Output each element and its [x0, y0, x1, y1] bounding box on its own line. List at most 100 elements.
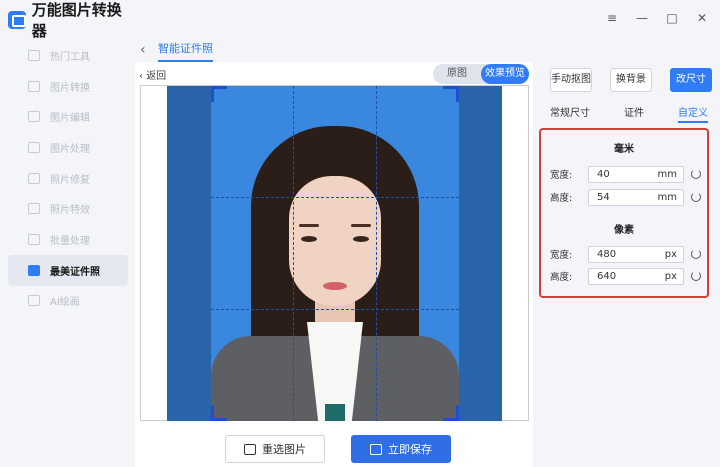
px-height-input[interactable]: 640 px [588, 267, 684, 285]
sidebar-item-hot-tools[interactable]: 热门工具 [8, 40, 128, 71]
tab-id-photo[interactable]: 智能证件照 [158, 40, 213, 62]
sidebar-item-image-convert[interactable]: 图片转换 [8, 71, 128, 102]
px-height-label: 高度: [550, 272, 573, 283]
ai-painting-icon [28, 295, 40, 307]
mm-width-value: 40 [597, 168, 610, 180]
mm-height-label: 高度: [550, 193, 573, 204]
sidebar-item-photo-repair[interactable]: 照片修复 [8, 163, 128, 194]
minimize-icon[interactable]: — [636, 12, 648, 24]
settings-panel: 手动抠图 换背景 改尺寸 常规尺寸 证件 自定义 毫米 宽度: 40 mm 高度… [536, 62, 720, 467]
preview-panel: ‹ 返回 原图 效果预览 重选图片 立即保存 [135, 62, 533, 467]
px-height-value: 640 [597, 270, 617, 282]
size-tabs: 常规尺寸 证件 自定义 [550, 104, 720, 123]
image-convert-icon [28, 80, 40, 92]
mm-section-title: 毫米 [614, 144, 634, 155]
maximize-icon[interactable]: □ [666, 12, 678, 24]
sidebar-item-label: 图片处理 [50, 143, 90, 155]
photo-effects-icon [28, 203, 40, 215]
sidebar-item-label: 最美证件照 [50, 266, 100, 278]
crop-handle-bottom-right[interactable] [443, 405, 459, 421]
sidebar-item-id-photo[interactable]: 最美证件照 [8, 254, 128, 286]
sidebar-item-image-process[interactable]: 图片处理 [8, 132, 128, 163]
px-width-row: 宽度: 480 px [550, 245, 710, 263]
portrait-tie [325, 404, 345, 421]
toggle-original[interactable]: 原图 [433, 64, 481, 84]
photo-frame [140, 85, 529, 421]
menu-icon[interactable]: ≡ [606, 12, 618, 24]
crop-handle-bottom-left[interactable] [211, 405, 227, 421]
portrait-left-brow [299, 224, 319, 227]
sidebar-item-batch[interactable]: 批量处理 [8, 224, 128, 255]
mm-width-row: 宽度: 40 mm [550, 165, 710, 183]
app-name: 万能图片转换器 [31, 1, 122, 40]
hot-tools-icon [28, 49, 40, 61]
portrait-right-brow [351, 224, 371, 227]
mm-height-value: 54 [597, 191, 610, 203]
change-background-button[interactable]: 换背景 [610, 68, 652, 92]
px-width-value: 480 [597, 248, 617, 260]
save-now-button[interactable]: 立即保存 [351, 435, 451, 463]
grid-line [211, 197, 459, 198]
crop-area[interactable] [211, 86, 459, 421]
view-toggle: 原图 效果预览 [433, 64, 529, 84]
manual-cutout-button[interactable]: 手动抠图 [550, 68, 592, 92]
portrait-lips [323, 282, 347, 290]
grid-line [293, 86, 294, 421]
sidebar: 万能图片转换器 热门工具 图片转换 图片编辑 图片处理 照片修复 照片特效 批量… [0, 0, 135, 467]
sidebar-item-ai-painting[interactable]: AI绘画 [8, 286, 128, 317]
portrait-left-eye [301, 236, 317, 242]
preview-back-link[interactable]: ‹ 返回 [139, 67, 166, 82]
header-back-icon[interactable]: ‹ [140, 42, 146, 58]
portrait-right-eye [353, 236, 369, 242]
app-title: 万能图片转换器 [8, 1, 135, 40]
image-process-icon [28, 141, 40, 153]
crop-handle-top-left[interactable] [211, 86, 227, 102]
window-controls: ≡ — □ ✕ [606, 12, 708, 24]
sidebar-item-label: 热门工具 [50, 51, 90, 63]
custom-size-box: 毫米 宽度: 40 mm 高度: 54 mm 像素 宽度: 480 px 高度:… [539, 128, 709, 298]
grid-line [211, 309, 459, 310]
sidebar-item-label: 照片特效 [50, 205, 90, 217]
px-height-reset-icon[interactable] [691, 271, 701, 281]
mm-height-row: 高度: 54 mm [550, 188, 710, 206]
sidebar-item-label: 图片编辑 [50, 113, 90, 125]
mm-width-unit: mm [657, 168, 677, 180]
photo-repair-icon [28, 172, 40, 184]
sidebar-item-photo-effects[interactable]: 照片特效 [8, 193, 128, 224]
sidebar-item-label: 照片修复 [50, 174, 90, 186]
id-photo-icon [28, 264, 40, 276]
tab-standard-size[interactable]: 常规尺寸 [550, 104, 590, 123]
sidebar-nav: 热门工具 图片转换 图片编辑 图片处理 照片修复 照片特效 批量处理 最美证件照… [8, 40, 128, 316]
mm-width-label: 宽度: [550, 170, 573, 181]
px-width-unit: px [664, 248, 677, 260]
reselect-image-button[interactable]: 重选图片 [225, 435, 325, 463]
tab-custom[interactable]: 自定义 [678, 104, 708, 123]
px-width-input[interactable]: 480 px [588, 245, 684, 263]
save-label: 立即保存 [388, 443, 432, 456]
sidebar-item-label: 图片转换 [50, 82, 90, 94]
preview-back-label: 返回 [146, 71, 167, 82]
sidebar-item-label: AI绘画 [50, 297, 80, 309]
image-edit-icon [28, 111, 40, 123]
batch-icon [28, 233, 40, 245]
crop-handle-top-right[interactable] [443, 86, 459, 102]
px-height-row: 高度: 640 px [550, 267, 710, 285]
mm-height-reset-icon[interactable] [691, 192, 701, 202]
mm-width-input[interactable]: 40 mm [588, 165, 684, 183]
mm-height-input[interactable]: 54 mm [588, 188, 684, 206]
px-width-reset-icon[interactable] [691, 249, 701, 259]
grid-line [376, 86, 377, 421]
sidebar-item-image-edit[interactable]: 图片编辑 [8, 101, 128, 132]
toggle-effect-preview[interactable]: 效果预览 [481, 64, 529, 84]
sidebar-item-label: 批量处理 [50, 235, 90, 247]
resize-button[interactable]: 改尺寸 [670, 68, 712, 92]
mm-height-unit: mm [657, 191, 677, 203]
image-icon [244, 443, 256, 455]
px-section-title: 像素 [614, 225, 634, 236]
tab-document[interactable]: 证件 [624, 104, 644, 123]
px-width-label: 宽度: [550, 250, 573, 261]
close-icon[interactable]: ✕ [696, 12, 708, 24]
mm-width-reset-icon[interactable] [691, 169, 701, 179]
app-logo-icon [8, 11, 26, 29]
photo-background [167, 86, 502, 421]
